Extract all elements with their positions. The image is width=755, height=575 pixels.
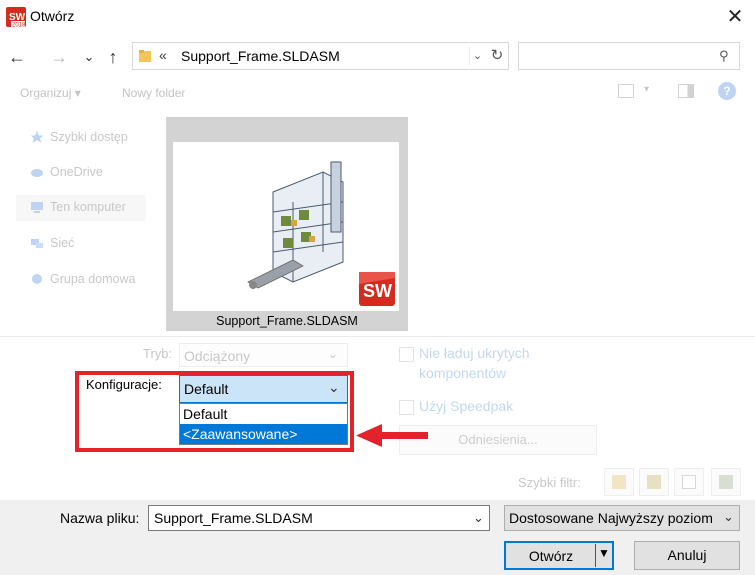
sidebar-item-label: OneDrive <box>50 165 103 179</box>
drawing-icon <box>682 475 696 489</box>
filename-value[interactable]: Support_Frame.SLDASM <box>154 510 313 526</box>
chevron-down-icon: ⌄ <box>328 347 339 361</box>
sidebar-item-label: Szybki dostęp <box>50 130 128 144</box>
chevron-down-icon: ⌄ <box>723 509 734 524</box>
open-button-label: Otwórz <box>528 548 574 564</box>
pane-separator <box>0 336 755 337</box>
breadcrumb-overflow-icon[interactable]: « <box>159 47 167 63</box>
annotation-arrow-icon <box>356 424 428 447</box>
filter-drawings-button[interactable] <box>674 468 704 496</box>
address-path[interactable]: Support_Frame.SLDASM <box>181 48 340 64</box>
forward-button[interactable]: → <box>48 44 70 70</box>
part-icon <box>612 475 626 489</box>
filetype-select[interactable]: Dostosowane Najwyższy poziom ⌄ <box>504 505 740 531</box>
split-divider <box>595 544 596 567</box>
open-button[interactable]: Otwórz ▼ <box>504 541 614 570</box>
skip-hidden-label-2: komponentów <box>419 365 507 381</box>
logo-text: SW <box>363 281 392 301</box>
help-icon[interactable]: ? <box>718 82 736 100</box>
mode-select[interactable]: Odciążony ⌄ <box>179 343 348 367</box>
chevron-down-icon: ⌄ <box>83 49 95 64</box>
computer-icon <box>31 202 43 213</box>
preview-image: SW <box>173 142 399 311</box>
sidebar-item-quick-access[interactable]: Szybki dostęp <box>26 126 146 150</box>
sidebar-item-homegroup[interactable]: Grupa domowa <box>26 268 156 292</box>
refresh-button[interactable]: ↻ <box>487 45 507 67</box>
window-title: Otwórz <box>30 8 75 24</box>
chevron-down-icon: ⌄ <box>472 50 483 62</box>
search-icon: ⚲ <box>719 48 729 63</box>
arrow-left-icon: ← <box>8 47 26 67</box>
skip-hidden-label: Nie ładuj ukrytych <box>419 345 530 361</box>
sidebar-item-network[interactable]: Sieć <box>26 232 146 256</box>
close-icon: ✕ <box>726 6 744 28</box>
speedpak-label: Użyj Speedpak <box>419 398 514 414</box>
star-icon <box>30 131 44 143</box>
cloud-icon <box>31 169 43 177</box>
network-icon <box>31 239 43 248</box>
close-button[interactable]: ✕ <box>720 4 750 30</box>
folder-icon <box>138 49 152 63</box>
recent-locations-button[interactable]: ⌄ <box>78 44 100 70</box>
mode-value: Odciążony <box>184 348 251 364</box>
sidebar-item-label: Grupa domowa <box>50 272 136 286</box>
search-input[interactable] <box>521 45 711 67</box>
filename-field[interactable]: Support_Frame.SLDASM ⌄ <box>148 505 490 531</box>
homegroup-icon <box>32 274 42 284</box>
chevron-down-icon[interactable]: ▾ <box>644 84 649 95</box>
search-box[interactable]: ⚲ <box>518 42 740 70</box>
filter-top-level-button[interactable] <box>711 468 741 496</box>
arrow-up-icon: ↑ <box>108 47 118 67</box>
up-button[interactable]: ↑ <box>102 44 124 70</box>
svg-text:2018: 2018 <box>12 23 26 28</box>
preview-caption: Support_Frame.SLDASM <box>216 314 358 328</box>
filter-parts-button[interactable] <box>604 468 634 496</box>
solidworks-app-icon: SW 2018 <box>6 7 26 29</box>
open-options-button[interactable]: ▼ <box>598 546 610 560</box>
highlight-box <box>75 371 354 452</box>
file-preview: SW Support_Frame.SLDASM <box>166 117 408 331</box>
filter-assemblies-button[interactable] <box>639 468 669 496</box>
sidebar-item-label: Sieć <box>50 236 75 250</box>
sidebar-item-onedrive[interactable]: OneDrive <box>26 161 146 185</box>
speedpak-checkbox[interactable] <box>399 400 414 415</box>
filename-label: Nazwa pliku: <box>60 510 140 526</box>
sidebar-item-this-pc[interactable]: Ten komputer <box>16 195 146 221</box>
address-dropdown-button[interactable]: ⌄ <box>469 46 485 66</box>
mode-label: Tryb: <box>143 346 173 361</box>
arrow-right-icon: → <box>50 47 68 67</box>
refresh-icon: ↻ <box>490 47 504 64</box>
quick-filter-label: Szybki filtr: <box>518 475 581 490</box>
organize-button[interactable]: Organizuj ▾ <box>20 86 81 100</box>
chevron-down-icon[interactable]: ⌄ <box>473 510 484 526</box>
address-bar[interactable]: « Support_Frame.SLDASM ⌄ ↻ <box>132 42 509 70</box>
solidworks-logo: SW <box>357 270 397 308</box>
assembly-icon <box>647 475 661 489</box>
new-folder-button[interactable]: Nowy folder <box>122 86 185 100</box>
skip-hidden-checkbox[interactable] <box>399 347 414 362</box>
sidebar-item-label: Ten komputer <box>50 200 126 214</box>
preview-pane-icon[interactable] <box>678 84 694 98</box>
top-level-assembly-icon <box>719 475 733 489</box>
title-bar: SW 2018 Otwórz ✕ <box>0 0 755 34</box>
cancel-button[interactable]: Anuluj <box>634 541 740 570</box>
back-button[interactable]: ← <box>6 44 28 70</box>
filetype-value: Dostosowane Najwyższy poziom <box>509 510 713 526</box>
view-options-icon[interactable] <box>618 84 634 98</box>
